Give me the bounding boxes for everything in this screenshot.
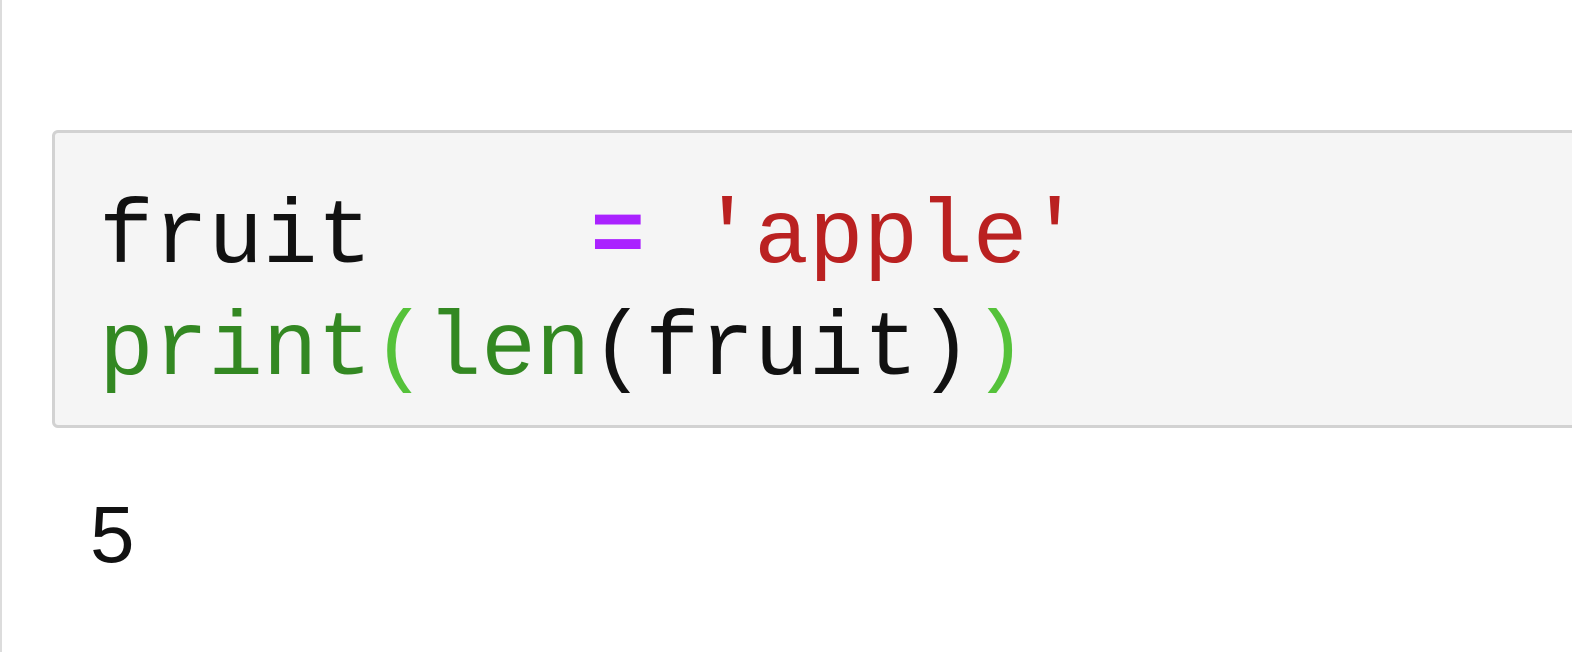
cell-output: 5 <box>90 490 135 579</box>
paren-open-outer: ( <box>372 299 427 402</box>
paren-open-inner: ( <box>590 299 646 402</box>
paren-close-outer: ) <box>972 299 1028 402</box>
builtin-print: print <box>99 299 373 402</box>
line-1: fruit = 'apple' <box>99 187 1082 290</box>
line-2: print(len(fruit)) <box>99 299 1027 402</box>
notebook-page: fruit = 'apple' print(len(fruit)) 5 <box>0 0 1572 652</box>
builtin-len: len <box>426 299 591 402</box>
code-editor[interactable]: fruit = 'apple' print(len(fruit)) <box>99 183 1082 407</box>
paren-close-inner: ) <box>918 299 973 402</box>
string-literal: 'apple' <box>699 187 1082 290</box>
code-cell-input[interactable]: fruit = 'apple' print(len(fruit)) <box>52 130 1572 428</box>
variable-name: fruit <box>99 187 373 290</box>
argument-name: fruit <box>645 299 919 402</box>
assignment-operator: = <box>590 187 646 290</box>
